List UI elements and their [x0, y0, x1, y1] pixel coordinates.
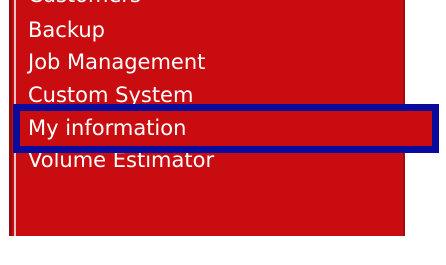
menu-item-backup[interactable]: Backup [28, 17, 105, 43]
menu-item-volume-estimator[interactable]: Volume Estimator [28, 147, 214, 173]
menu-item-my-information[interactable]: My information [28, 115, 186, 141]
menu-left-border [9, 0, 12, 236]
menu-item-customers[interactable]: Customers [28, 0, 141, 8]
screenshot-stage: Customers Backup Job Management Custom S… [0, 0, 446, 265]
menu-item-custom-system[interactable]: Custom System [28, 82, 193, 108]
menu-left-edge-line [14, 0, 16, 236]
menu-item-job-management[interactable]: Job Management [28, 49, 205, 75]
